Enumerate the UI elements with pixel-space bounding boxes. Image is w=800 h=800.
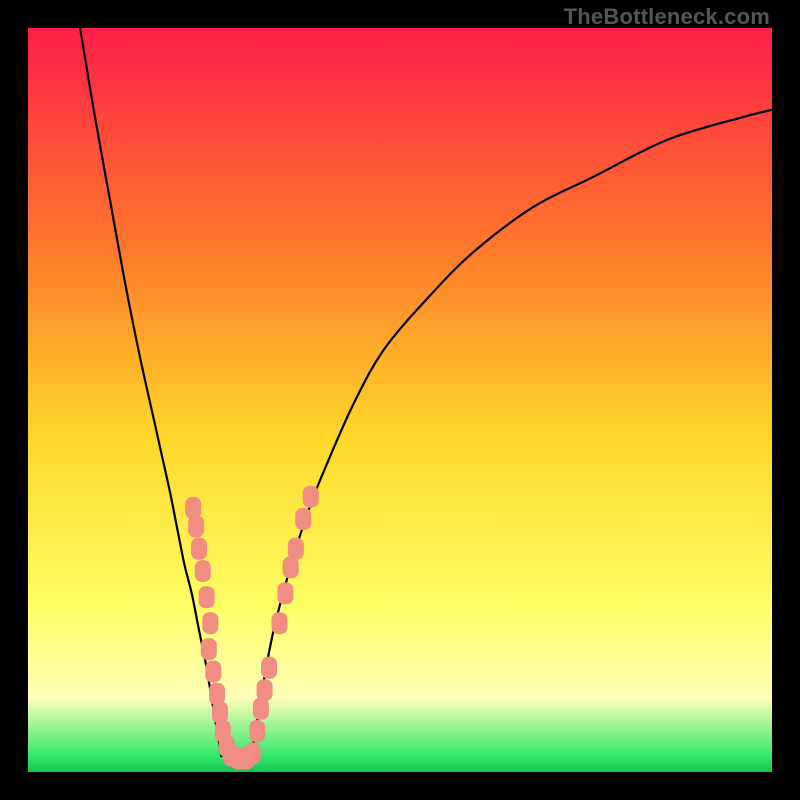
bottleneck-chart bbox=[28, 28, 772, 772]
marker-dot bbox=[261, 657, 277, 679]
marker-dot bbox=[205, 661, 221, 683]
marker-dot bbox=[202, 612, 218, 634]
marker-dot bbox=[249, 720, 265, 742]
gradient-bg bbox=[28, 28, 772, 772]
marker-dot bbox=[257, 679, 273, 701]
marker-dot bbox=[212, 702, 228, 724]
marker-dot bbox=[188, 516, 204, 538]
marker-dot bbox=[288, 538, 304, 560]
marker-dot bbox=[209, 683, 225, 705]
marker-dot bbox=[201, 638, 217, 660]
marker-dot bbox=[199, 586, 215, 608]
marker-dot bbox=[277, 582, 293, 604]
marker-dot bbox=[195, 560, 211, 582]
marker-dot bbox=[272, 612, 288, 634]
marker-dot bbox=[245, 742, 261, 764]
marker-dot bbox=[295, 508, 311, 530]
plot-area bbox=[28, 28, 772, 772]
chart-frame: TheBottleneck.com bbox=[0, 0, 800, 800]
marker-dot bbox=[191, 538, 207, 560]
marker-dot bbox=[303, 486, 319, 508]
attribution-label: TheBottleneck.com bbox=[564, 4, 770, 30]
marker-dot bbox=[185, 497, 201, 519]
